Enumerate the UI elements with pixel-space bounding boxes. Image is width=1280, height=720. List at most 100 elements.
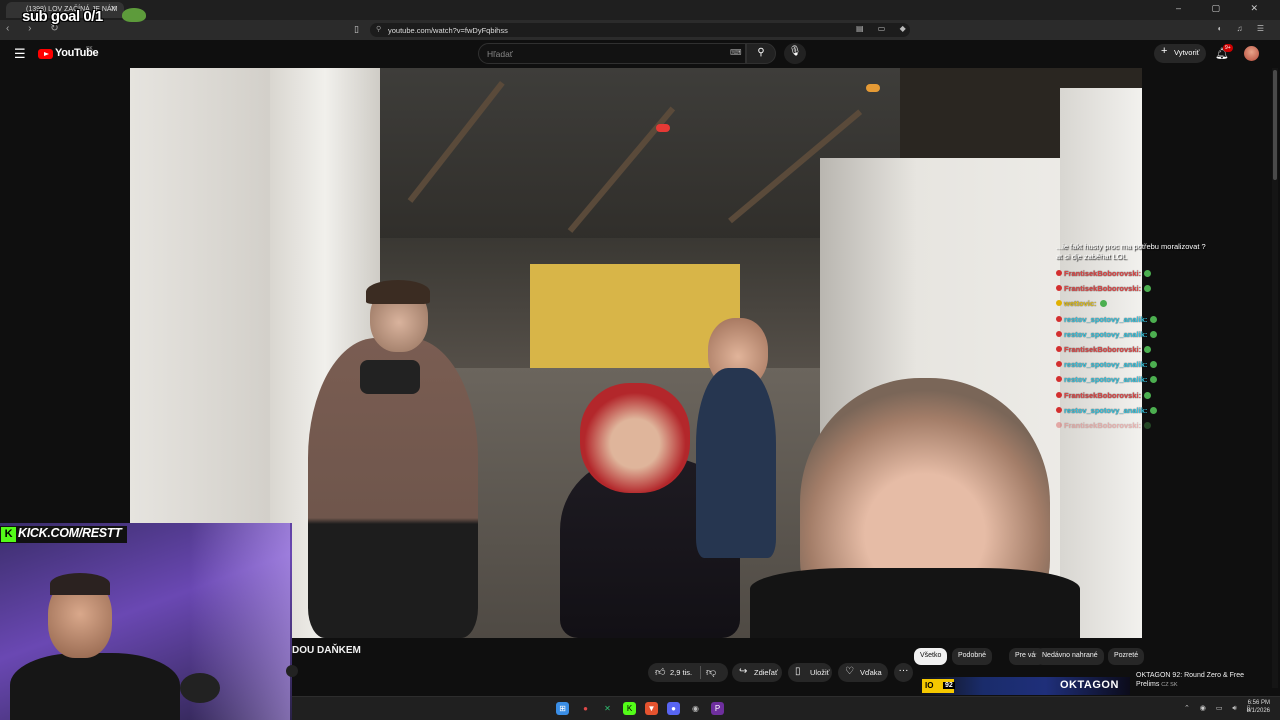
excel-icon[interactable]: ✕: [601, 702, 614, 715]
page-scrollbar[interactable]: [1272, 68, 1278, 688]
hamburger-menu-icon[interactable]: ☰: [14, 46, 26, 62]
search-icon: ⚲: [757, 47, 765, 58]
thanks-label: Vďaka: [860, 668, 882, 677]
taskbar-clock[interactable]: 6:56 PM 8/1/2026: [1238, 699, 1270, 715]
channel-avatar[interactable]: [286, 665, 298, 677]
voice-search-button[interactable]: 🎙︎: [784, 43, 806, 64]
chat-emote-icon: [1150, 330, 1158, 338]
chat-message: wettovic:: [1056, 296, 1216, 311]
keyboard-icon[interactable]: ⌨: [730, 48, 742, 57]
like-count: 2,9 tis.: [670, 668, 693, 677]
youtube-play-icon: [38, 49, 53, 59]
chat-message: restov_spotovy_analik:: [1056, 312, 1216, 327]
video-person-man-body: [696, 368, 776, 558]
chat-emote-icon: [1099, 300, 1107, 308]
chat-badge-icon: [1056, 270, 1062, 276]
chat-emote-icon: [1150, 315, 1158, 323]
chat-message: restov_spotovy_analik:: [1056, 327, 1216, 342]
bookmark-icon: ▯: [795, 666, 801, 677]
brave-browser-icon[interactable]: ▼: [645, 702, 658, 715]
browser-address-bar: ‹ › ↻ ▯ ⚲ youtube.com/watch?v=fwDyFqbihs…: [0, 20, 1280, 40]
chat-message: FrantisekBoborovski:: [1056, 418, 1216, 433]
chat-emote-icon: [1144, 391, 1152, 399]
discord-icon[interactable]: ●: [667, 702, 680, 715]
chat-username: wettovic:: [1064, 299, 1097, 309]
maps-pin-icon[interactable]: ●: [579, 702, 592, 715]
clock-date: 8/1/2026: [1246, 708, 1270, 714]
recommendation-thumbnail[interactable]: IO 92 OKTAGON: [920, 677, 1130, 695]
windows-start-icon[interactable]: ⊞: [556, 702, 569, 715]
chat-message: FrantisekBoborovski:: [1056, 388, 1216, 403]
browser-extension-icons[interactable]: ▤ ▭ ◆: [856, 24, 912, 33]
thumbs-up-icon: 👍︎: [655, 667, 666, 678]
video-scene-light: [656, 124, 670, 132]
recommendation-brand: OKTAGON: [1060, 679, 1119, 691]
thanks-button[interactable]: ♡ Vďaka: [838, 663, 888, 682]
chat-username: FrantisekBoborovski:: [1064, 390, 1142, 400]
video-scene-light: [866, 84, 880, 92]
webcam-streamer-body: [10, 653, 180, 720]
obs-icon[interactable]: ◉: [689, 702, 702, 715]
create-button[interactable]: + Vytvoriť: [1154, 44, 1206, 63]
chat-emote-icon: [1150, 361, 1158, 369]
bookmark-icon[interactable]: ▯: [354, 24, 359, 35]
like-divider: [700, 666, 701, 679]
filter-chip[interactable]: Podobné: [952, 648, 993, 665]
kick-banner: K KICK.COM/RESTT: [0, 526, 128, 543]
filter-chip[interactable]: Nedávno nahrané: [1036, 648, 1104, 665]
chat-username: FrantisekBoborovski:: [1064, 284, 1142, 294]
browser-toolbar-icons[interactable]: ◐ ♫ ☰: [1218, 24, 1270, 33]
like-button[interactable]: 👍︎ 2,9 tis. 👎︎: [648, 663, 728, 682]
more-actions-button[interactable]: ···: [894, 663, 913, 682]
video-camera: [360, 360, 420, 394]
save-label: Uložiť: [810, 668, 830, 677]
thumbs-down-icon[interactable]: 👎︎: [706, 666, 716, 678]
chat-emote-icon: [1144, 346, 1152, 354]
chat-username: restov_spotovy_analik:: [1064, 314, 1148, 324]
video-person-woman-head: [580, 383, 690, 493]
tab-close-icon[interactable]: ✕: [110, 4, 117, 13]
url-field[interactable]: ⚲ youtube.com/watch?v=fwDyFqbihss: [370, 23, 910, 37]
notifications-badge: 9+: [1223, 44, 1233, 52]
app-icon[interactable]: P: [711, 702, 724, 715]
chat-emote-icon: [1144, 422, 1152, 430]
filter-chip[interactable]: Pozreté: [1108, 648, 1145, 665]
account-avatar[interactable]: [1244, 46, 1259, 61]
chat-badge-icon: [1056, 285, 1062, 292]
chat-badge-icon: [1056, 376, 1062, 383]
left-margin: [0, 68, 130, 523]
chat-username: restov_spotovy_analik:: [1064, 375, 1148, 385]
window-controls[interactable]: – ▢ ✕: [1176, 3, 1272, 14]
chat-badge-icon: [1056, 315, 1062, 322]
screen: (1398) LOV ZAČÍNÁ JE NÁM ✕ – ▢ ✕ ‹ › ↻ ▯…: [0, 0, 1280, 720]
search-button[interactable]: ⚲: [746, 43, 776, 64]
scrollbar-thumb[interactable]: [1273, 70, 1277, 180]
chat-message: FrantisekBoborovski:: [1056, 281, 1216, 296]
chat-username: FrantisekBoborovski:: [1064, 269, 1142, 278]
chat-badge-icon: [1056, 330, 1062, 337]
url-text: youtube.com/watch?v=fwDyFqbihss: [388, 26, 508, 35]
clock-time: 6:56 PM: [1247, 700, 1270, 706]
chat-message: restov_spotovy_analik:: [1056, 357, 1216, 372]
recommendation-title-block[interactable]: OKTAGON 92: Round Zero & Free Prelims CZ…: [1136, 671, 1266, 690]
kick-app-icon[interactable]: K: [623, 702, 636, 715]
chat-badge-icon: [1056, 422, 1062, 429]
share-icon: ↪: [739, 666, 748, 677]
chat-badge-icon: [1056, 346, 1062, 353]
recommendation-title: OKTAGON 92: Round Zero & Free Prelims: [1136, 672, 1245, 688]
save-button[interactable]: ▯ Uložiť: [788, 663, 832, 682]
create-label: Vytvoriť: [1174, 48, 1200, 57]
video-person-foreground-body: [750, 568, 1080, 638]
share-button[interactable]: ↪ Zdieľať: [732, 663, 782, 682]
chat-username: restov_spotovy_analik:: [1064, 329, 1148, 339]
kick-logo-icon: K: [1, 527, 16, 542]
frog-emote-icon: [122, 8, 146, 22]
chat-message-text: ...ie fakt husty proc ma potřebu moraliz…: [1056, 242, 1206, 261]
chat-username: FrantisekBoborovski:: [1064, 421, 1142, 431]
chat-message: FrantisekBoborovski:: [1056, 266, 1216, 281]
microphone-icon: 🎙︎: [788, 46, 802, 57]
site-info-icon[interactable]: ⚲: [376, 25, 381, 33]
filter-chip[interactable]: Všetko: [914, 648, 948, 665]
sub-goal-overlay: sub goal 0/1: [22, 8, 103, 25]
search-input[interactable]: Hľadať: [478, 43, 746, 64]
